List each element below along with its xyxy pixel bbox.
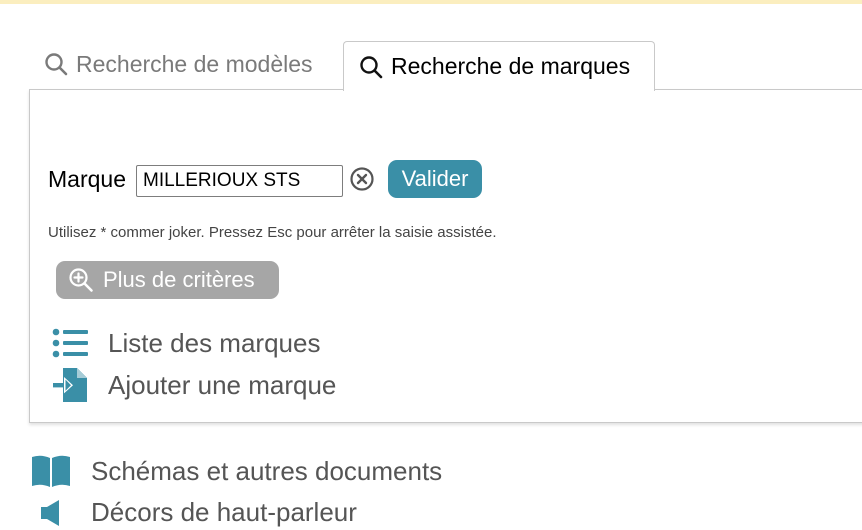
book-open-icon — [32, 455, 70, 487]
brand-list-label: Liste des marques — [108, 327, 321, 358]
search-icon — [45, 53, 68, 76]
speaker-icon — [41, 499, 59, 526]
validate-button[interactable]: Valider — [388, 160, 482, 198]
search-icon — [360, 55, 383, 78]
search-hint: Utilisez * commer joker. Pressez Esc pou… — [48, 224, 497, 241]
tab-model-search[interactable]: Recherche de modèles — [44, 48, 313, 80]
zoom-in-icon — [69, 268, 93, 292]
clear-input-button[interactable] — [349, 166, 375, 192]
tab-model-search-label: Recherche de modèles — [76, 50, 313, 77]
more-criteria-button[interactable]: Plus de critères — [56, 261, 279, 299]
speaker-decors-label: Décors de haut-parleur — [91, 497, 357, 527]
add-brand-label: Ajouter une marque — [108, 369, 337, 400]
brand-list-link[interactable]: Liste des marques — [50, 327, 320, 359]
tab-brand-search[interactable]: Recherche de marques — [343, 41, 655, 91]
schemas-label: Schémas et autres documents — [91, 455, 443, 486]
clear-circle-icon — [350, 167, 374, 191]
brand-input[interactable] — [136, 165, 343, 197]
list-icon — [52, 328, 88, 358]
speaker-decors-link[interactable]: Décors de haut-parleur — [30, 497, 357, 528]
top-strip — [0, 0, 862, 4]
file-import-icon — [53, 368, 87, 402]
tab-brand-search-label: Recherche de marques — [391, 53, 631, 79]
schemas-link[interactable]: Schémas et autres documents — [30, 454, 442, 488]
add-brand-link[interactable]: Ajouter une marque — [50, 366, 336, 404]
more-criteria-label: Plus de critères — [103, 267, 255, 292]
brand-field-label: Marque — [48, 166, 126, 192]
